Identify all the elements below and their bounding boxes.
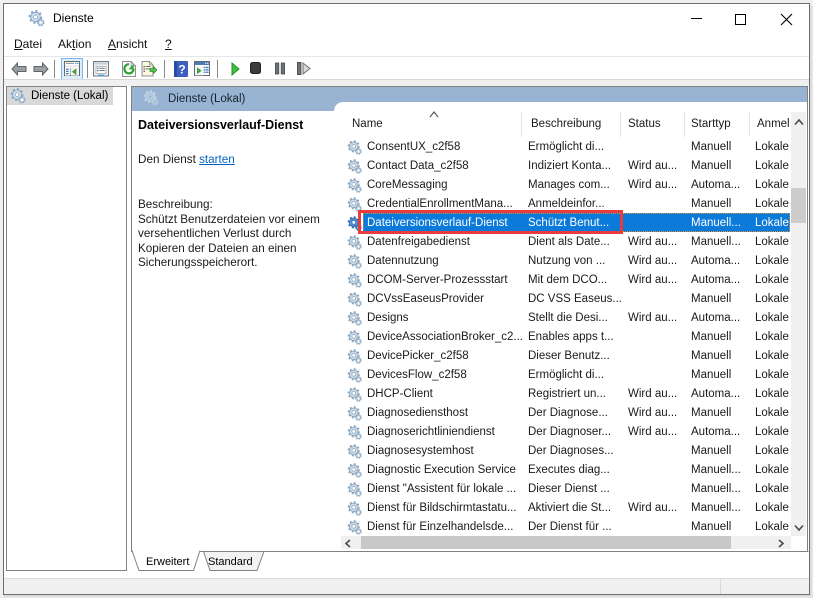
svg-text:?: ? (178, 63, 185, 77)
